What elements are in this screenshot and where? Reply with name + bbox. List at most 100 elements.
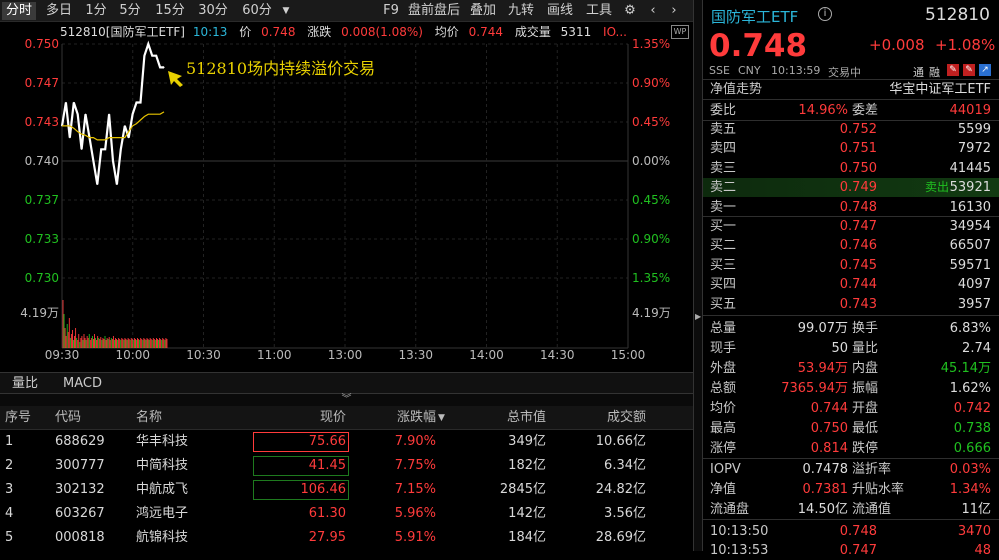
price-point (112, 160, 114, 162)
asks-label: 卖四 (710, 141, 737, 157)
chevron-left-icon[interactable]: ‹ (645, 2, 661, 20)
sort-desc-icon[interactable]: ▼ (438, 406, 445, 430)
table-row[interactable]: 4 603267 鸿远电子 61.30 5.96% 142亿 3.56亿 (0, 502, 693, 526)
bids-row[interactable]: 买五 0.743 3957 (703, 295, 999, 314)
cell-mktcap: 349亿 (508, 434, 546, 449)
table-row[interactable]: 5 000818 航锦科技 27.95 5.91% 184亿 28.69亿 (0, 526, 693, 550)
asks-row[interactable]: 卖二 0.749 卖出 53921 (703, 178, 999, 198)
price-point (65, 101, 67, 104)
stats-value: 0.814 (810, 441, 848, 456)
edit-icon[interactable]: ✎ (963, 64, 975, 76)
cell-mktcap: 142亿 (508, 506, 546, 521)
collapse-chevron-icon[interactable]: ︾ (0, 394, 693, 406)
extra-label: 升贴水率 (852, 482, 905, 497)
cell-mktcap: 182亿 (508, 458, 546, 473)
cell-turnover: 24.82亿 (595, 482, 646, 497)
cell-turnover: 28.69亿 (595, 530, 646, 545)
stats-value: 0.750 (810, 421, 848, 436)
share-icon[interactable]: ↗ (979, 64, 991, 76)
stats-value: 2.74 (962, 341, 991, 356)
asks-row[interactable]: 卖一 0.748 16130 (703, 198, 999, 217)
more-periods-icon[interactable]: ▼ (279, 2, 293, 20)
tab-volume-ratio[interactable]: 量比 (12, 375, 38, 393)
price-point (143, 55, 145, 57)
col-code[interactable]: 代码 (55, 406, 81, 430)
asks-label: 卖二 (710, 180, 737, 196)
asks-price: 0.748 (839, 199, 877, 215)
bids-label: 买一 (710, 219, 737, 234)
tab-multi-day[interactable]: 多日 (42, 2, 76, 20)
tab-5min[interactable]: 5分 (116, 2, 144, 20)
bids-vol: 3957 (957, 296, 991, 312)
weibi-value: 14.96% (798, 103, 848, 118)
tools-button[interactable]: 工具 (584, 2, 614, 20)
col-pct[interactable]: 涨跌幅 (352, 406, 436, 430)
period-toolbar: 分时 多日 1分 5分 15分 30分 60分 ▼ F9 盘前盘后 叠加 九转 … (0, 0, 693, 22)
bids-row[interactable]: 买二 0.746 66507 (703, 236, 999, 255)
collapse-right-icon[interactable]: ▶ (695, 312, 701, 321)
clock: 10:13:59 (771, 64, 821, 77)
y-tick-right: 1.35% (632, 37, 670, 51)
extra-value: 11亿 (961, 502, 991, 517)
col-price[interactable]: 现价 (250, 406, 346, 430)
info-icon[interactable]: i (818, 7, 832, 21)
stats-value: 50 (831, 341, 848, 356)
bids-price: 0.744 (839, 277, 877, 293)
col-mktcap[interactable]: 总市值 (452, 406, 546, 430)
bids-row[interactable]: 买三 0.745 59571 (703, 256, 999, 275)
tab-1min[interactable]: 1分 (82, 2, 110, 20)
asks-price: 0.749 (839, 180, 877, 196)
bids-row[interactable]: 买四 0.744 4097 (703, 275, 999, 294)
bids-row[interactable]: 买一 0.747 34954 (703, 217, 999, 236)
bids-price: 0.746 (839, 238, 877, 254)
asks-row[interactable]: 卖三 0.750 41445 (703, 159, 999, 178)
divider-line (703, 99, 999, 100)
divider-line (703, 519, 999, 520)
chevron-right-icon[interactable]: › (666, 2, 682, 20)
overlay-button[interactable]: 叠加 (468, 2, 498, 20)
table-row[interactable]: 1 688629 华丰科技 75.66 7.90% 349亿 10.66亿 (0, 430, 693, 454)
splitter[interactable]: ▶ (693, 0, 703, 551)
divider-line (703, 458, 999, 459)
cell-mktcap: 2845亿 (499, 482, 546, 497)
tick-time: 10:13:50 (710, 524, 769, 539)
intraday-chart: 0.750 1.35% 0.747 0.90% 0.743 0.45% 0.740 0.00%… (20, 37, 670, 362)
divider-line (703, 315, 999, 316)
table-row[interactable]: 3 302132 中航成飞 106.46 7.15% 2845亿 24.82亿 (0, 478, 693, 502)
cell-name: 华丰科技 (136, 434, 189, 449)
col-turnover[interactable]: 成交额 (552, 406, 646, 430)
y-tick-left: 0.733 (25, 232, 59, 246)
price-point (96, 183, 98, 185)
net-row[interactable]: 净值走势 华宝中证军工ETF (703, 80, 999, 99)
table-row[interactable]: 2 300777 中简科技 41.45 7.75% 182亿 6.34亿 (0, 454, 693, 478)
cell-name: 中简科技 (136, 458, 189, 473)
stats-label: 振幅 (852, 381, 879, 396)
tab-30min[interactable]: 30分 (196, 2, 230, 20)
premarket-button[interactable]: 盘前盘后 (406, 2, 462, 20)
pen-icon[interactable]: ✎ (947, 64, 959, 76)
asks-row[interactable]: 卖五 0.752 5599 (703, 120, 999, 139)
draw-line-button[interactable]: 画线 (545, 2, 575, 20)
col-name[interactable]: 名称 (136, 406, 162, 430)
stats-value: 45.14万 (940, 361, 991, 376)
stats-label: 最低 (852, 421, 879, 436)
bids-price: 0.743 (839, 296, 877, 312)
gear-icon[interactable]: ⚙ (620, 2, 640, 20)
asks-price: 0.752 (839, 122, 877, 137)
asks-row[interactable]: 卖四 0.751 7972 (703, 139, 999, 158)
x-tick-label: 10:30 (186, 348, 221, 362)
tab-60min[interactable]: 60分 (240, 2, 274, 20)
cell-code: 688629 (55, 434, 105, 449)
tab-intraday[interactable]: 分时 (2, 2, 36, 20)
y-tick-left: 0.730 (25, 271, 59, 285)
tab-macd[interactable]: MACD (63, 375, 102, 393)
y-tick-right: 0.45% (632, 193, 670, 207)
cell-pct: 5.91% (394, 530, 436, 545)
tab-15min[interactable]: 15分 (153, 2, 187, 20)
cell-pct: 7.90% (394, 434, 436, 449)
col-seq[interactable]: 序号 (5, 406, 31, 430)
nine-turn-button[interactable]: 九转 (506, 2, 536, 20)
bids-label: 买五 (710, 296, 737, 312)
f9-button[interactable]: F9 (380, 2, 402, 20)
bids-vol: 4097 (957, 277, 991, 293)
